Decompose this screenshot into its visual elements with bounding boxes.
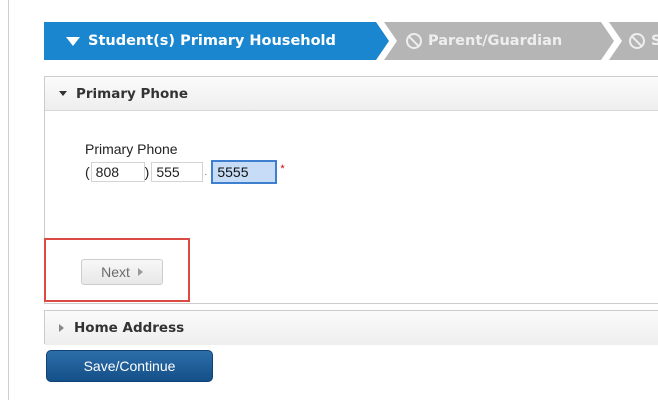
primary-phone-field: ( 808 ) 555 . 5555 * [85, 160, 285, 184]
step-label: Parent/Guardian [428, 33, 563, 49]
home-address-panel-header[interactable]: Home Address [45, 311, 658, 345]
next-button[interactable]: Next [81, 259, 163, 285]
required-marker: * [280, 163, 285, 175]
line-number-input[interactable]: 5555 [211, 160, 278, 184]
expand-triangle-icon [66, 36, 80, 46]
step-student-primary-household[interactable]: Student(s) Primary Household [44, 22, 389, 60]
save-continue-button[interactable]: Save/Continue [46, 350, 213, 382]
panel-title: Primary Phone [76, 85, 189, 102]
primary-phone-panel-header[interactable]: Primary Phone [45, 77, 658, 111]
primary-phone-label: Primary Phone [85, 141, 178, 157]
step-next-section: S [609, 22, 658, 60]
prefix-input[interactable]: 555 [151, 162, 204, 182]
primary-phone-panel: Primary Phone Primary Phone ( 808 ) 555 … [44, 76, 658, 304]
next-button-label: Next [101, 264, 130, 280]
disabled-ban-icon [629, 33, 645, 49]
disabled-ban-icon [406, 33, 422, 49]
arrow-right-icon [137, 268, 143, 276]
panel-title: Home Address [74, 320, 185, 336]
open-paren: ( [85, 164, 90, 180]
area-code-input[interactable]: 808 [90, 162, 145, 182]
close-paren: ) [144, 164, 150, 180]
step-parent-guardian: Parent/Guardian [384, 22, 614, 60]
step-label: S [651, 33, 658, 49]
caret-right-icon [59, 324, 64, 332]
home-address-panel: Home Address [44, 310, 658, 345]
separator-dot: . [204, 166, 208, 178]
step-label: Student(s) Primary Household [88, 33, 336, 49]
caret-down-icon [59, 91, 67, 96]
wizard-steps: Student(s) Primary Household Parent/Guar… [44, 22, 658, 60]
